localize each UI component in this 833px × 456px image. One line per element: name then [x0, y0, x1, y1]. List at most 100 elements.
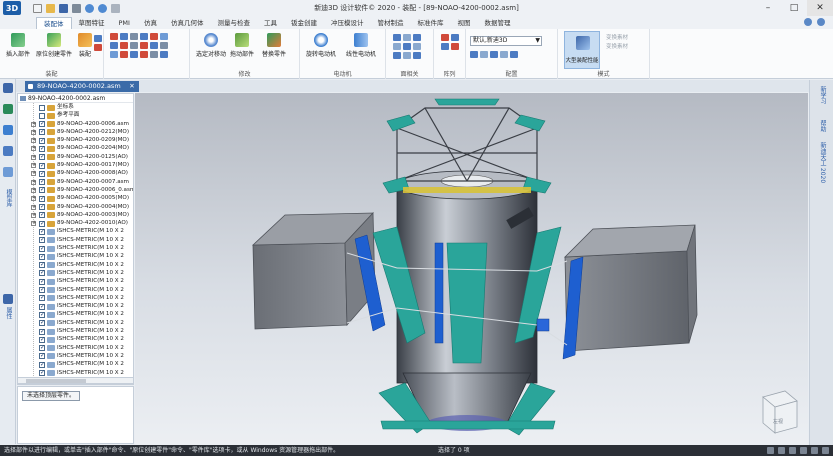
expand-icon[interactable]: +	[31, 171, 36, 177]
expand-icon[interactable]: +	[31, 129, 36, 135]
library-icon[interactable]	[3, 125, 13, 135]
tab-11[interactable]: 视图	[450, 17, 477, 29]
config-tool-icon[interactable]	[470, 51, 478, 58]
tree-item[interactable]: +89-NOAO-4200-0005(MO)	[18, 194, 133, 203]
config-tool-icon[interactable]	[510, 51, 518, 58]
tool-icon[interactable]	[150, 51, 158, 58]
expand-icon[interactable]: +	[31, 221, 36, 227]
drag-part-button[interactable]: 拖动部件	[230, 33, 254, 58]
pattern-icon[interactable]	[441, 34, 449, 41]
properties-label[interactable]: 属性	[3, 307, 13, 319]
face-tool-icon[interactable]	[393, 43, 401, 50]
undo-icon[interactable]	[85, 3, 94, 13]
top-level-part-button[interactable]: 未选择顶层零件。	[22, 391, 81, 401]
tab-10[interactable]: 标准件库	[410, 17, 450, 29]
tab-4[interactable]: 仿真几何体	[164, 17, 211, 29]
tree-item[interactable]: +89-NOAO-4200-0212(MO)	[18, 128, 133, 137]
customize-icon[interactable]	[111, 3, 120, 13]
tree-item[interactable]: ISHCS-METRIC(M 10 X 2	[18, 310, 133, 319]
tree-item[interactable]: ISHCS-METRIC(M 10 X 2	[18, 352, 133, 361]
save-icon[interactable]	[59, 3, 68, 13]
tree-item[interactable]: +89-NOAO-4200-0125(AO)	[18, 153, 133, 162]
tree-item[interactable]: ISHCS-METRIC(M 10 X 2	[18, 335, 133, 344]
insert-part-button[interactable]: 插入部件	[6, 33, 30, 58]
visibility-checkbox[interactable]	[39, 286, 45, 294]
visibility-checkbox[interactable]	[39, 120, 45, 128]
tree-item[interactable]: 参考平面	[18, 111, 133, 119]
visibility-checkbox[interactable]	[39, 261, 45, 269]
face-tool-icon[interactable]	[403, 52, 411, 59]
visibility-checkbox[interactable]	[39, 112, 45, 119]
tool-icon[interactable]	[160, 42, 168, 49]
tree-item[interactable]: ISHCS-METRIC(M 10 X 2	[18, 344, 133, 352]
pan-icon[interactable]	[811, 447, 818, 454]
tool-icon[interactable]	[120, 33, 128, 40]
tree-item[interactable]: ISHCS-METRIC(M 10 X 2	[18, 236, 133, 245]
print-icon[interactable]	[72, 3, 81, 13]
visibility-checkbox[interactable]	[39, 278, 45, 286]
close-button[interactable]: ✕	[807, 0, 833, 16]
tree-item[interactable]: +89-NOAO-4200-0017(MO)	[18, 161, 133, 170]
expand-icon[interactable]: +	[31, 146, 36, 152]
large-assembly-button[interactable]: 大型装配性能	[564, 31, 600, 69]
tree-item[interactable]: ISHCS-METRIC(M 10 X 2	[18, 360, 133, 369]
tool-icon[interactable]	[120, 42, 128, 49]
tool-icon[interactable]	[140, 33, 148, 40]
expand-icon[interactable]: +	[31, 212, 36, 218]
tool-icon[interactable]	[130, 42, 138, 49]
pattern-icon[interactable]	[451, 43, 459, 50]
zoom-icon[interactable]	[789, 447, 796, 454]
tree-root[interactable]: 89-NOAO-4200-0002.asm	[18, 94, 133, 103]
expand-icon[interactable]: +	[31, 163, 36, 169]
config-tool-icon[interactable]	[490, 51, 498, 58]
visibility-checkbox[interactable]	[39, 303, 45, 311]
tree-item[interactable]: ISHCS-METRIC(M 10 X 2	[18, 319, 133, 328]
redo-icon[interactable]	[98, 3, 107, 13]
create-in-place-button[interactable]: 原位创建零件	[36, 33, 72, 58]
visibility-checkbox[interactable]	[39, 145, 45, 153]
tab-0[interactable]: 装配体	[36, 17, 72, 29]
visibility-checkbox[interactable]	[39, 170, 45, 178]
visibility-checkbox[interactable]	[39, 361, 45, 369]
table-icon[interactable]	[3, 167, 13, 177]
tree-item[interactable]: +89-NOAO-4200-0007.asm	[18, 178, 133, 186]
visibility-checkbox[interactable]	[39, 253, 45, 261]
tree-item[interactable]: ISHCS-METRIC(M 10 X 2	[18, 294, 133, 303]
scroll-thumb[interactable]	[26, 379, 86, 383]
tab-2[interactable]: PMI	[112, 17, 137, 29]
3d-viewport[interactable]: 左视	[135, 93, 808, 445]
app-logo-icon[interactable]: 3D	[3, 1, 21, 15]
tree-item[interactable]: +89-NOAO-4200-0006.asm	[18, 120, 133, 128]
help-tab[interactable]: 帮助	[817, 120, 827, 132]
face-tool-icon[interactable]	[393, 52, 401, 59]
visibility-checkbox[interactable]	[39, 269, 45, 278]
linear-motor-button[interactable]: 线性电动机	[346, 33, 376, 58]
config-tool-icon[interactable]	[480, 51, 488, 58]
assembly-pathfinder-icon[interactable]	[3, 83, 13, 93]
expand-icon[interactable]: +	[31, 204, 36, 210]
new-learning-tab[interactable]: 新学习	[817, 86, 827, 104]
mate-icon[interactable]	[94, 44, 102, 51]
properties-icon[interactable]	[3, 294, 13, 304]
align-icon[interactable]	[94, 35, 102, 42]
visibility-checkbox[interactable]	[39, 153, 45, 162]
visibility-checkbox[interactable]	[39, 319, 45, 328]
visibility-checkbox[interactable]	[39, 128, 45, 137]
visibility-checkbox[interactable]	[39, 336, 45, 344]
tree-item[interactable]: ISHCS-METRIC(M 10 X 2	[18, 227, 133, 236]
visibility-checkbox[interactable]	[39, 203, 45, 211]
tool-icon[interactable]	[110, 42, 118, 49]
visibility-checkbox[interactable]	[39, 220, 45, 228]
tool-icon[interactable]	[110, 33, 118, 40]
visibility-checkbox[interactable]	[39, 186, 45, 195]
select-move-button[interactable]: 选定对移动	[196, 33, 226, 58]
tab-8[interactable]: 冲压模设计	[324, 17, 371, 29]
tree-horizontal-scrollbar[interactable]	[17, 377, 134, 384]
tree-item[interactable]: ISHCS-METRIC(M 10 X 2	[18, 327, 133, 336]
tree-item[interactable]: +89-NOAO-4202-0010(AO)	[18, 219, 133, 228]
info-icon[interactable]	[817, 18, 825, 26]
tree-item[interactable]: ISHCS-METRIC(M 10 X 2	[18, 252, 133, 261]
visibility-checkbox[interactable]	[39, 228, 45, 236]
help-icon[interactable]	[804, 18, 812, 26]
tab-6[interactable]: 工具	[257, 17, 284, 29]
